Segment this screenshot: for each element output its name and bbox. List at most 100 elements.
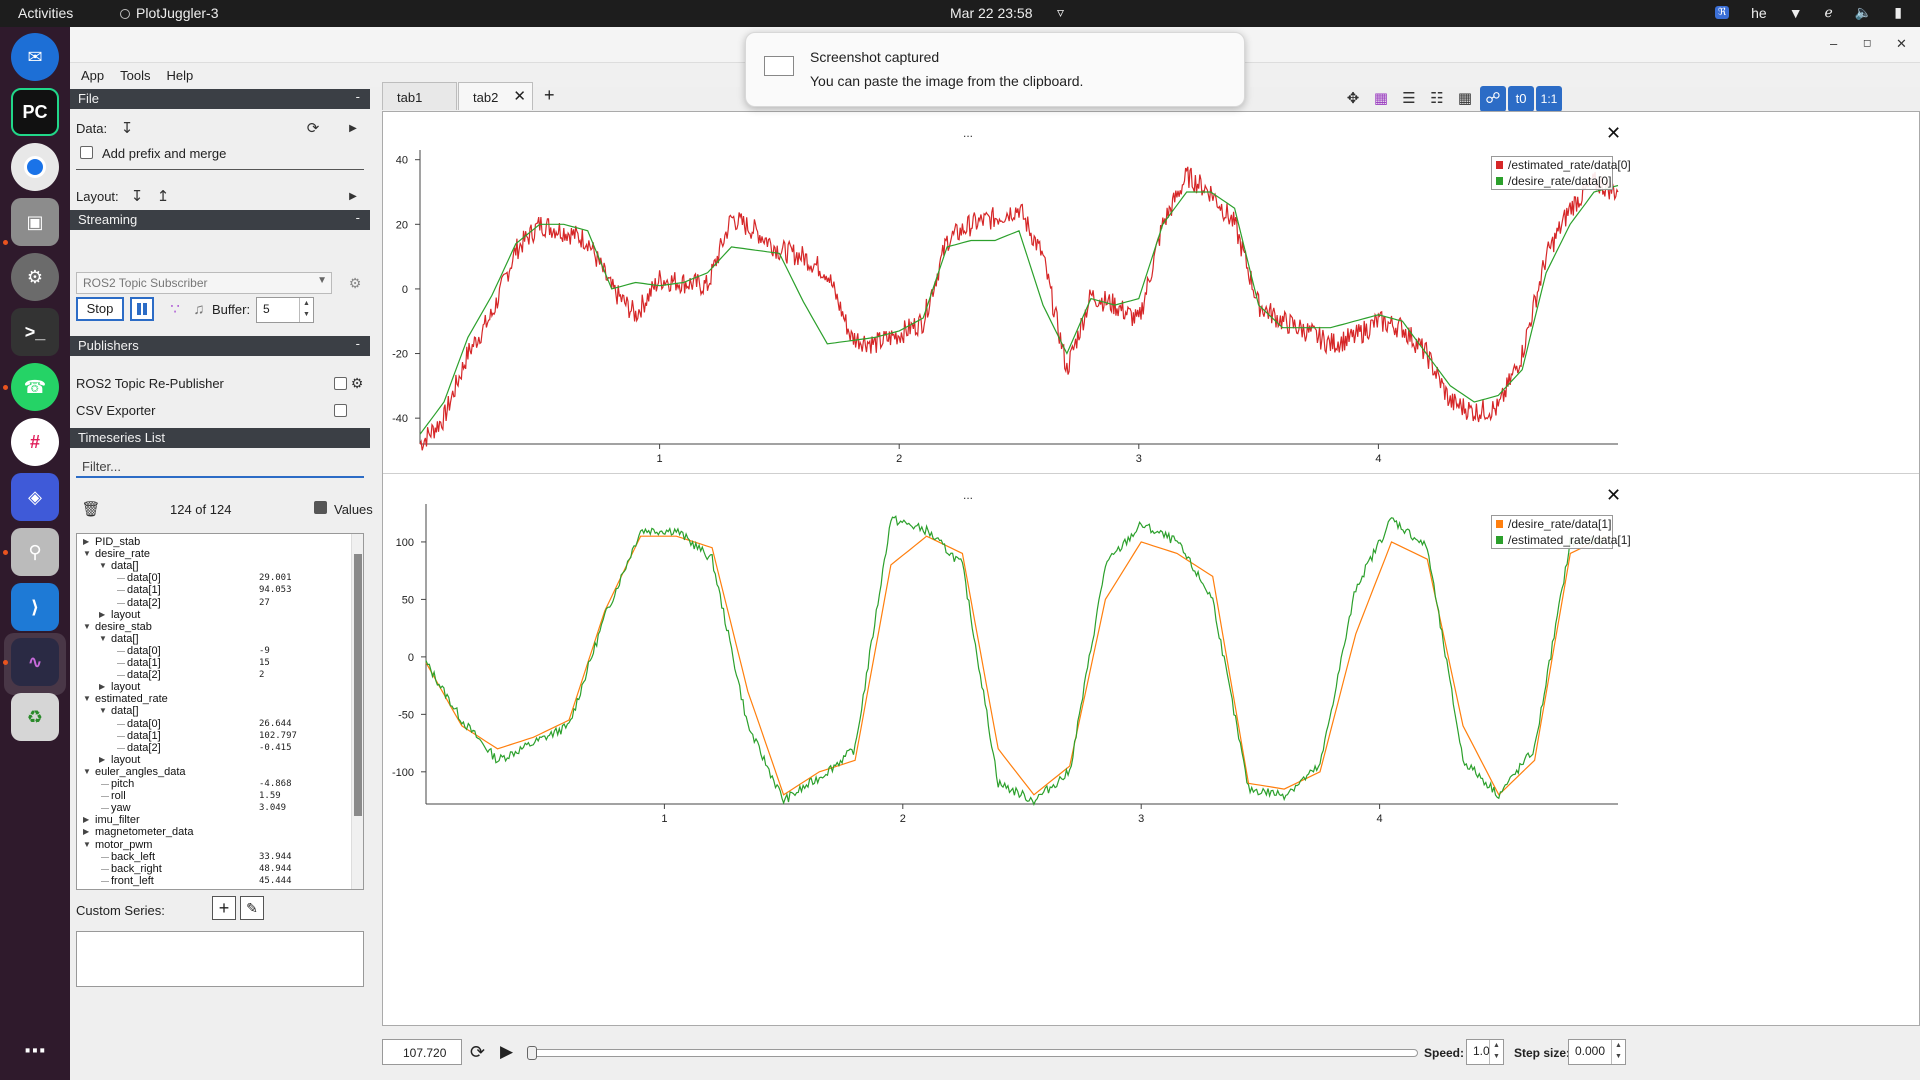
move-icon[interactable]: ✥ bbox=[1340, 86, 1366, 112]
settings-icon[interactable]: ☷ bbox=[1424, 86, 1450, 112]
tree-row[interactable]: roll 1.59 bbox=[77, 790, 352, 802]
expand-right-icon[interactable]: ▶ bbox=[99, 754, 105, 766]
legend-item[interactable]: /desire_rate/data[1] bbox=[1492, 516, 1612, 532]
tree-row[interactable]: pitch -4.868 bbox=[77, 778, 352, 790]
collapse-icon[interactable]: - bbox=[356, 210, 360, 225]
link-icon[interactable]: ☍ bbox=[1480, 86, 1506, 112]
tree-row[interactable]: back_right 48.944 bbox=[77, 863, 352, 875]
close-plot-icon[interactable]: ✕ bbox=[1606, 485, 1621, 506]
tree-row[interactable]: ▼ desire_stab bbox=[77, 621, 352, 633]
expand-down-icon[interactable]: ▼ bbox=[83, 621, 91, 633]
tree-scrollbar[interactable] bbox=[351, 534, 363, 889]
add-tab-button[interactable]: + bbox=[544, 85, 555, 106]
reload-icon[interactable]: ⟳ bbox=[300, 115, 326, 141]
tree-row[interactable]: ▶ PID_stab bbox=[77, 536, 352, 548]
play-icon[interactable]: ▶ bbox=[500, 1042, 513, 1062]
tree-row[interactable]: data[1] 102.797 bbox=[77, 730, 352, 742]
legend-item[interactable]: /estimated_rate/data[0] bbox=[1492, 157, 1631, 173]
streaming-section-header[interactable]: Streaming - bbox=[70, 210, 370, 230]
time-display[interactable]: 107.720 bbox=[382, 1039, 462, 1065]
screenshot-notification[interactable]: Screenshot captured You can paste the im… bbox=[745, 32, 1245, 107]
tree-row[interactable]: ▶ layout bbox=[77, 754, 352, 766]
activities-button[interactable]: Activities bbox=[18, 5, 73, 21]
edit-custom-series-pencil-icon[interactable]: ✎ bbox=[240, 896, 264, 920]
tree-row[interactable]: ▼ data[] bbox=[77, 705, 352, 717]
bluetooth-icon[interactable]: ℜ bbox=[1714, 6, 1730, 19]
tree-row[interactable]: ▶ layout bbox=[77, 681, 352, 693]
expand-down-icon[interactable]: ▼ bbox=[83, 766, 91, 778]
show-apps-icon[interactable]: ⋯ bbox=[11, 1027, 59, 1075]
timeseries-section-header[interactable]: Timeseries List bbox=[70, 428, 370, 448]
prefix-checkbox[interactable] bbox=[80, 146, 93, 159]
pycharm-icon[interactable]: PC bbox=[11, 88, 59, 136]
stop-button[interactable]: Stop bbox=[76, 297, 124, 321]
plot-legend[interactable]: /estimated_rate/data[0] /desire_rate/dat… bbox=[1491, 156, 1631, 190]
bell-icon[interactable]: ♫ bbox=[186, 296, 212, 322]
publisher-gear-icon[interactable]: ⚙ bbox=[344, 370, 370, 396]
trash-icon[interactable]: 🗑 bbox=[78, 496, 104, 522]
clock[interactable]: Mar 22 23:58 bbox=[950, 5, 1033, 21]
tree-row[interactable]: ▼ desire_rate bbox=[77, 548, 352, 560]
legend-icon[interactable]: ☰ bbox=[1396, 86, 1422, 112]
spin-arrows-icon[interactable]: ▲ ▼ bbox=[299, 298, 313, 322]
expand-down-icon[interactable]: ▼ bbox=[83, 839, 91, 851]
timeseries-tree[interactable]: ▶ PID_stab ▼ desire_rate ▼ data[] data[0] 29.00… bbox=[76, 533, 364, 890]
plot-top-canvas[interactable]: 40 20 0 -20 -40 1 2 3 4 bbox=[383, 112, 1919, 472]
plotjuggler-icon[interactable]: ∿ bbox=[11, 638, 59, 686]
focused-app-name[interactable]: PlotJuggler-3 bbox=[120, 5, 219, 21]
grid-icon[interactable]: ▦ bbox=[1452, 86, 1478, 112]
expand-down-icon[interactable]: ▼ bbox=[99, 633, 107, 645]
expand-right-icon[interactable]: ▶ bbox=[83, 814, 89, 826]
filter-input[interactable]: Filter... bbox=[76, 456, 364, 478]
expand-right-icon[interactable]: ▶ bbox=[99, 681, 105, 693]
tree-row[interactable]: ▼ euler_angles_data bbox=[77, 766, 352, 778]
collapse-icon[interactable]: - bbox=[356, 89, 360, 104]
vscode-icon[interactable]: ⟩ bbox=[11, 583, 59, 631]
files-icon[interactable]: ▣ bbox=[11, 198, 59, 246]
maximize-icon[interactable]: ◻ bbox=[1863, 38, 1871, 49]
step-size-spinbox[interactable]: 0.000 ▲ ▼ bbox=[1568, 1039, 1626, 1065]
publisher-checkbox[interactable] bbox=[334, 404, 347, 417]
tree-row[interactable]: ▶ imu_filter bbox=[77, 814, 352, 826]
plot-legend[interactable]: /desire_rate/data[1] /estimated_rate/dat… bbox=[1491, 515, 1631, 549]
streaming-source-select[interactable]: ROS2 Topic Subscriber ▼ bbox=[76, 272, 332, 294]
publishers-section-header[interactable]: Publishers - bbox=[70, 336, 370, 356]
tree-row[interactable]: data[2] 2 bbox=[77, 669, 352, 681]
expand-down-icon[interactable]: ▼ bbox=[99, 705, 107, 717]
ratio-icon[interactable]: 1:1 bbox=[1536, 86, 1562, 112]
plot-bottom[interactable]: 100 50 0 -50 -100 1 2 3 4 ... ✕ /desire_rate/dat… bbox=[383, 474, 1919, 844]
tree-row[interactable]: ▼ motor_pwm bbox=[77, 839, 352, 851]
menu-help[interactable]: Help bbox=[167, 68, 194, 83]
terminal-icon[interactable]: >_ bbox=[11, 308, 59, 356]
expand-down-icon[interactable]: ▼ bbox=[83, 693, 91, 705]
tree-row[interactable]: back_left 33.944 bbox=[77, 851, 352, 863]
collapse-icon[interactable]: - bbox=[356, 336, 360, 351]
custom-series-list[interactable] bbox=[76, 931, 364, 987]
spin-arrows-icon[interactable]: ▲ ▼ bbox=[1489, 1040, 1503, 1064]
expand-down-icon[interactable]: ▼ bbox=[83, 548, 91, 560]
tree-row[interactable]: data[1] 15 bbox=[77, 657, 352, 669]
tree-row[interactable]: ▼ data[] bbox=[77, 560, 352, 572]
tree-row[interactable]: data[1] 94.053 bbox=[77, 584, 352, 596]
expand-right-icon[interactable]: ▶ bbox=[83, 536, 89, 548]
settings-icon[interactable]: ⚙ bbox=[11, 253, 59, 301]
expand-right-icon[interactable]: ▶ bbox=[99, 609, 105, 621]
buffer-spinbox[interactable]: 5 ▲ ▼ bbox=[256, 297, 314, 323]
copilot-icon[interactable]: ◈ bbox=[11, 473, 59, 521]
wifi-icon[interactable]: ▼ bbox=[1789, 5, 1803, 21]
tree-row[interactable]: ▼ estimated_rate bbox=[77, 693, 352, 705]
tree-row[interactable]: ▼ data[] bbox=[77, 633, 352, 645]
close-plot-icon[interactable]: ✕ bbox=[1606, 123, 1621, 144]
legend-item[interactable]: /estimated_rate/data[1] bbox=[1492, 532, 1631, 548]
tab-tab2[interactable]: tab2 ✕ bbox=[458, 82, 533, 110]
plot-area[interactable]: 40 20 0 -20 -40 1 2 3 4 ... ✕ /estimated_rate/da… bbox=[382, 111, 1920, 1026]
save-layout-icon[interactable]: ↥ bbox=[150, 183, 176, 209]
expand-down-icon[interactable]: ▼ bbox=[99, 560, 107, 572]
time-slider[interactable] bbox=[527, 1046, 1418, 1060]
slack-icon[interactable]: # bbox=[11, 418, 59, 466]
load-data-icon[interactable]: ↧ bbox=[114, 115, 140, 141]
menu-tools[interactable]: Tools bbox=[120, 68, 150, 83]
expand-right-icon[interactable]: ▶ bbox=[83, 826, 89, 838]
chrome-icon[interactable] bbox=[11, 143, 59, 191]
streaming-settings-gear-icon[interactable]: ⚙ bbox=[342, 270, 368, 296]
